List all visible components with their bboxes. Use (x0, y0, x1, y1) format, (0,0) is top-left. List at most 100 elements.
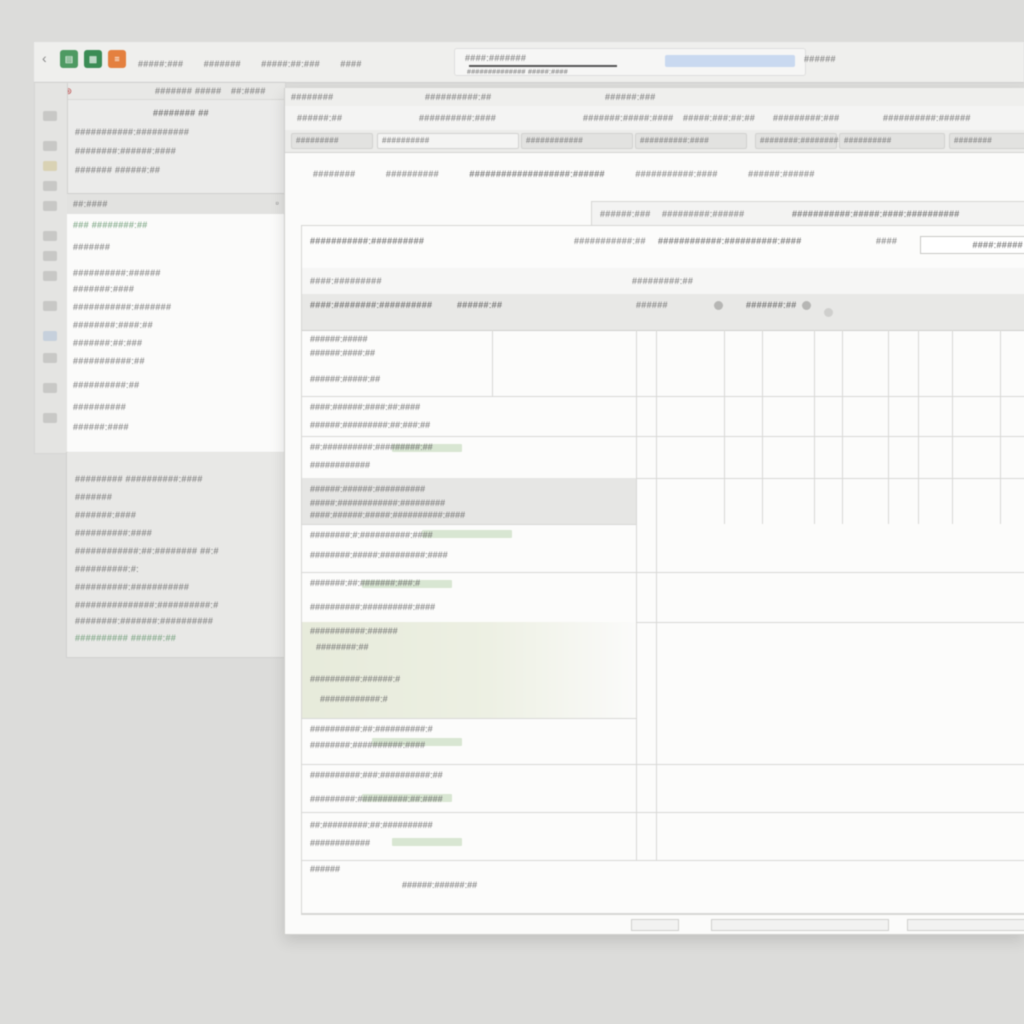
table-header-label: ###### (636, 300, 668, 310)
table-row-selected[interactable]: ######:######:########## #####:#########… (302, 478, 636, 525)
app-menu: #####:### ####### #####:##:### #### (138, 54, 378, 72)
heading-text: ######:###### (748, 169, 815, 179)
row-text: ############ (310, 460, 371, 470)
lower-list-item[interactable]: ####### (75, 492, 112, 502)
doc-tab[interactable]: ######:### (605, 92, 656, 102)
doc-tab[interactable]: ##########:## (425, 92, 491, 102)
status-dot-icon[interactable] (714, 301, 723, 310)
lower-list-item[interactable]: ########:#######:########## (75, 616, 213, 626)
tool-icon[interactable] (43, 141, 57, 151)
spreadsheet-icon[interactable]: ▦ (84, 50, 102, 68)
table-row[interactable]: ########:#:##########:#### ########:####… (302, 524, 1024, 573)
spreadsheet-glyph: ▦ (88, 54, 98, 64)
footer-text: ######:######:## (402, 880, 478, 890)
orange-app-icon[interactable]: ≡ (108, 50, 126, 68)
scroll-thumb[interactable] (711, 919, 889, 931)
list-item[interactable]: ##########:###### (73, 268, 161, 278)
lower-list-item[interactable]: ############:##:######## ##:# (75, 546, 219, 556)
table-row[interactable]: ##:##########:#########:## ############ (302, 436, 1024, 479)
list-item[interactable]: ### ########:## (73, 220, 148, 230)
back-icon[interactable]: ‹ (42, 50, 54, 68)
filter-chip[interactable]: ##########:#### (635, 133, 747, 149)
column-header-label: #########:###### (662, 209, 745, 219)
tool-icon[interactable] (43, 201, 57, 211)
lower-list-item[interactable]: ########## ######:## (75, 633, 176, 643)
toolbar-item[interactable]: ##########:###### (883, 113, 971, 123)
list-item[interactable]: #######:##:### (73, 338, 142, 348)
tool-icon[interactable] (43, 353, 57, 363)
lower-list-item[interactable]: #######:#### (75, 510, 136, 520)
tool-icon[interactable] (43, 331, 57, 341)
toolbar-item[interactable]: #####:###:##:## (683, 113, 755, 123)
table-header-label: ####:########:########## (310, 300, 433, 310)
list-item[interactable]: ####### (73, 242, 110, 252)
filter-chip[interactable]: ########## (839, 133, 945, 149)
bottom-scroll-bar[interactable] (301, 913, 1024, 934)
menu-item[interactable]: #####:### (138, 59, 183, 69)
date-field[interactable]: ####:##### (920, 236, 1024, 254)
tool-icon[interactable] (43, 111, 57, 121)
status-dot-icon[interactable] (824, 308, 833, 317)
toolbar-item[interactable]: ######:## (297, 113, 342, 123)
list-item[interactable]: ########:####:## (73, 320, 153, 330)
filter-chip[interactable]: ############ (521, 133, 633, 149)
table-row[interactable]: ##########:##:##########:# ########:####… (302, 718, 1024, 765)
tool-icon[interactable] (43, 251, 57, 261)
lower-list-item[interactable]: ###############:##########:# (75, 600, 219, 610)
left-section-header[interactable]: ##:#### ▫ (67, 193, 285, 215)
table-header-label: ######:## (457, 300, 503, 310)
address-bar[interactable]: ####:####### ############## #####:#### (454, 48, 806, 76)
list-item[interactable]: ###########:####### (73, 302, 171, 312)
table-header: ####:########:########## ######:## #####… (302, 294, 1024, 331)
scroll-segment[interactable] (907, 919, 1024, 931)
left-toolbar-label: ####### ##### (155, 86, 222, 96)
row-text: ######:#####:## (310, 374, 381, 384)
lower-list-item[interactable]: ##########:#### (75, 528, 152, 538)
tool-icon[interactable] (43, 383, 57, 393)
list-item[interactable]: #######:#### (73, 284, 134, 294)
menu-item[interactable]: #### (340, 59, 361, 69)
table-row[interactable]: ##:#########:##:########## ############ (302, 812, 1024, 861)
tool-icon[interactable] (43, 161, 57, 171)
tool-icon[interactable] (43, 413, 57, 423)
column-header-top: ######:### #########:###### ###########:… (591, 201, 1024, 226)
address-highlight (665, 55, 795, 67)
list-item[interactable]: ###########:## (73, 356, 145, 366)
filter-chip[interactable]: ######## (949, 133, 1024, 149)
lower-list-item[interactable]: ##########:#: (75, 564, 139, 574)
sheets-icon[interactable]: ▤ (60, 50, 78, 68)
list-item[interactable]: ######:#### (73, 422, 129, 432)
doc-tab[interactable]: ######## (291, 92, 333, 102)
menu-item[interactable]: #####:##:### (261, 59, 320, 69)
heading-text: ###################:###### (469, 169, 605, 179)
list-item[interactable]: ########## (73, 402, 126, 412)
collapse-icon[interactable]: ▫ (276, 198, 280, 208)
row-text: ########:#:##########:#### (310, 530, 433, 540)
tool-icon[interactable] (43, 271, 57, 281)
scroll-segment[interactable] (631, 919, 679, 931)
list-item[interactable]: ##########:## (73, 380, 139, 390)
tool-icon[interactable] (43, 301, 57, 311)
row-text: ########:## (316, 642, 369, 652)
menu-item[interactable]: ####### (204, 59, 241, 69)
table-row-highlighted[interactable]: ###########:###### ########:## #########… (302, 622, 636, 719)
toolbar-item[interactable]: ##########:#### (419, 113, 496, 123)
table-row[interactable]: #######:##:#######:###:# ##########:####… (302, 572, 1024, 623)
toolbar-item[interactable]: #######:#####:#### (583, 113, 674, 123)
orange-app-glyph: ≡ (114, 54, 120, 64)
lower-list-item[interactable]: ######### ##########:#### (75, 474, 203, 484)
filter-chip[interactable]: ######### (291, 133, 373, 149)
tool-icon[interactable] (43, 231, 57, 241)
tool-icon[interactable] (43, 181, 57, 191)
lower-list-item[interactable]: ##########:########### (75, 582, 189, 592)
table-row[interactable]: ####:######:####:##:#### ######:########… (302, 396, 1024, 437)
left-list: ### ########:## ####### ##########:#####… (67, 214, 285, 452)
table-row[interactable]: ######:##### ######:####:## ######:#####… (302, 330, 1024, 397)
filter-chip-label: ########## (844, 136, 892, 145)
filter-chip[interactable]: ########## (377, 133, 519, 149)
toolbar-item[interactable]: #########:### (773, 113, 839, 123)
filter-chip[interactable]: ########:########## (755, 133, 848, 149)
tool-strip (35, 83, 68, 453)
status-dot-icon[interactable] (802, 301, 811, 310)
table-row[interactable]: ##########:###:##########:## #########:#… (302, 764, 1024, 813)
